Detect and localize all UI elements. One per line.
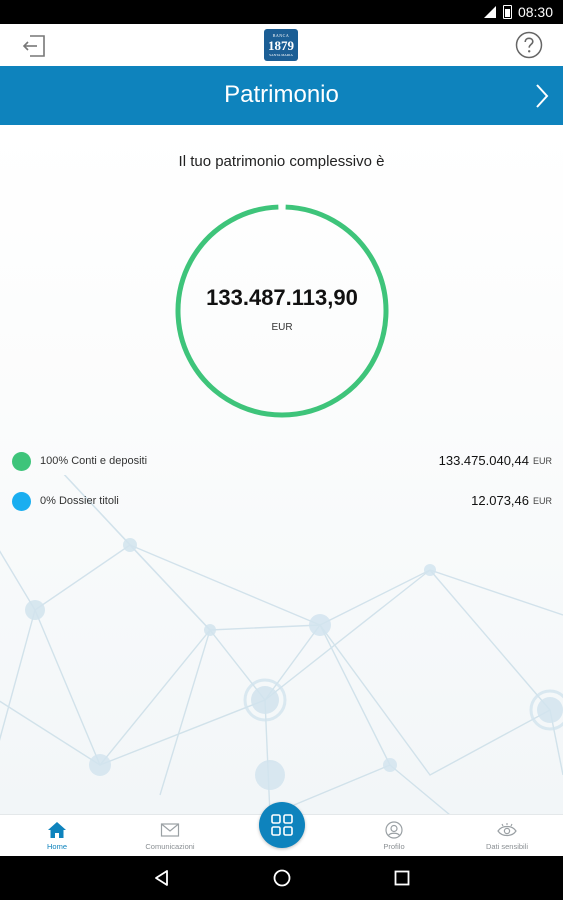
app-bar: BANCA 1879 SANTA MARIA	[0, 24, 563, 66]
system-recents-button[interactable]	[392, 868, 412, 888]
mail-icon	[160, 823, 180, 837]
grid-icon	[271, 814, 293, 836]
nav-home[interactable]: Home	[22, 815, 92, 857]
total-ring-chart	[175, 204, 389, 418]
logo-year: 1879	[268, 38, 294, 53]
deposits-label: 100% Conti e depositi	[40, 455, 148, 467]
back-icon	[155, 870, 168, 886]
securities-label: 0% Dossier titoli	[40, 495, 119, 507]
nav-profile-label: Profilo	[383, 842, 405, 851]
nav-home-label: Home	[46, 842, 67, 851]
page-title: Patrimonio	[224, 81, 339, 108]
help-button[interactable]	[515, 31, 543, 59]
signal-icon	[483, 5, 497, 19]
logout-button[interactable]	[20, 32, 48, 60]
nav-communications-label: Comunicazioni	[145, 842, 195, 851]
total-amount: 133.487.113,90	[206, 285, 358, 310]
securities-amount: 12.073,46	[471, 493, 529, 508]
title-bar: Patrimonio	[0, 66, 563, 125]
total-currency: EUR	[271, 322, 293, 333]
nav-communications[interactable]: Comunicazioni	[130, 815, 210, 857]
breakdown-row-deposits[interactable]: 100% Conti e depositi 133.475.040,44 EUR	[0, 450, 563, 474]
deposits-color-dot	[12, 452, 31, 471]
system-home-button[interactable]	[272, 868, 292, 888]
eye-icon	[497, 823, 517, 837]
deposits-amount: 133.475.040,44	[438, 453, 529, 468]
deposits-currency: EUR	[532, 456, 552, 466]
ring-arc	[175, 204, 389, 418]
securities-currency: EUR	[532, 496, 552, 506]
home-icon	[48, 822, 66, 838]
system-navigation-bar	[0, 856, 563, 900]
status-bar: 08:30	[0, 0, 563, 24]
help-icon	[515, 31, 543, 59]
main-content: Il tuo patrimonio complessivo è 133.487.…	[0, 125, 563, 814]
nav-sensitive-data[interactable]: Dati sensibili	[467, 815, 547, 857]
securities-color-dot	[12, 492, 31, 511]
nav-sensitive-data-label: Dati sensibili	[485, 842, 529, 851]
recents-icon	[394, 870, 410, 886]
status-time: 08:30	[517, 4, 553, 20]
next-button[interactable]	[535, 83, 549, 109]
logo-bottom-text: SANTA MARIA	[269, 53, 293, 57]
profile-icon	[385, 821, 403, 839]
menu-grid-button[interactable]	[259, 802, 305, 848]
network-background	[0, 475, 563, 814]
breakdown-row-securities[interactable]: 0% Dossier titoli 12.073,46 EUR	[0, 490, 563, 514]
system-back-button[interactable]	[152, 868, 172, 888]
intro-text: Il tuo patrimonio complessivo è	[178, 153, 385, 170]
logout-icon	[22, 35, 45, 57]
chevron-right-icon	[536, 84, 549, 108]
bank-logo: BANCA 1879 SANTA MARIA	[264, 29, 298, 61]
battery-icon	[502, 5, 512, 19]
home-circle-icon	[273, 869, 291, 887]
nav-profile[interactable]: Profilo	[359, 815, 429, 857]
